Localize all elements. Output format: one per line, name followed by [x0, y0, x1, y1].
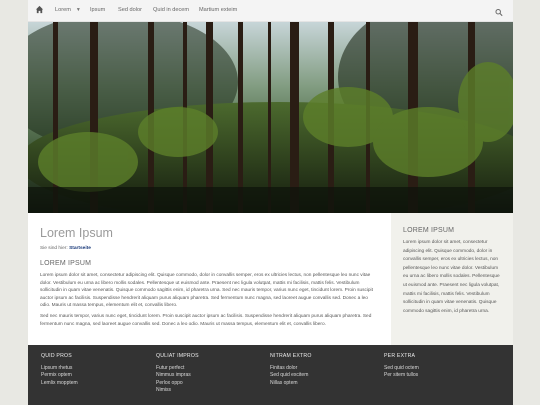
footer: QUID PROS Lipsum rhetus Permix optem Lem… — [28, 345, 513, 405]
page-wrapper: Lorem ▼ Ipsum Sed dolor Quid in decem Mar… — [28, 0, 513, 405]
body-paragraph-2: Sed nec mauris tempor, varius nunc eget,… — [40, 313, 372, 327]
footer-link[interactable]: Lemlix mopptem — [41, 380, 78, 387]
nav-item-lorem[interactable]: Lorem ▼ — [55, 7, 81, 13]
footer-link[interactable]: Nimiss — [156, 387, 199, 394]
hero-forest-image — [28, 22, 513, 213]
page-title: Lorem Ipsum — [40, 226, 113, 240]
footer-column-title: QUID PROS — [41, 353, 72, 359]
footer-link[interactable]: Permix optem — [41, 372, 78, 379]
footer-column-title: NITRAM EXTRO — [270, 353, 312, 359]
footer-link[interactable]: Sed quid octem — [384, 365, 419, 372]
footer-link[interactable]: Perlox oppo — [156, 380, 199, 387]
footer-link[interactable]: Finitas dolor — [270, 365, 312, 372]
sidebar-text: Lorem ipsum dolor sit amet, consectetur … — [403, 240, 500, 314]
footer-link[interactable]: Lipsum rhetus — [41, 365, 78, 372]
footer-column-title: PER EXTRA — [384, 353, 416, 359]
footer-link[interactable]: Nillas optem — [270, 380, 312, 387]
footer-link[interactable]: Nimmus impras — [156, 372, 199, 379]
breadcrumb-prefix: Sie sind hier: — [40, 246, 68, 251]
footer-column-per-extra: PER EXTRA Sed quid octem Per sitem tullo… — [384, 353, 419, 380]
footer-link[interactable]: Sed quid excitem — [270, 372, 312, 379]
footer-column-title: QULIAT IMPROS — [156, 353, 199, 359]
sidebar-heading: LOREM IPSUM — [403, 227, 455, 234]
footer-column-nitram-extro: NITRAM EXTRO Finitas dolor Sed quid exci… — [270, 353, 312, 387]
nav-item-ipsum[interactable]: Ipsum — [90, 7, 105, 13]
section-heading: LOREM IPSUM — [40, 260, 92, 267]
body-paragraph-1: Lorem ipsum dolor sit amet, consectetur … — [40, 273, 373, 309]
breadcrumb: Sie sind hier: Startseite — [40, 246, 376, 251]
home-icon[interactable] — [35, 5, 45, 15]
nav-item-quid-in-decem[interactable]: Quid in decem — [153, 7, 189, 13]
sidebar: LOREM IPSUM Lorem ipsum dolor sit amet, … — [391, 213, 513, 345]
top-nav: Lorem ▼ Ipsum Sed dolor Quid in decem Mar… — [28, 0, 513, 22]
chevron-down-icon: ▼ — [75, 7, 81, 13]
nav-item-martium-exteim[interactable]: Martium exteim — [199, 7, 237, 13]
footer-column-quid-pros: QUID PROS Lipsum rhetus Permix optem Lem… — [41, 353, 78, 387]
search-icon[interactable] — [495, 4, 505, 17]
main-content: Lorem Ipsum Sie sind hier: Startseite LO… — [28, 213, 388, 345]
nav-item-sed-dolor[interactable]: Sed dolor — [118, 7, 142, 13]
breadcrumb-link-startseite[interactable]: Startseite — [69, 246, 91, 251]
footer-column-quliat-impros: QULIAT IMPROS Futur perfect Nimmus impra… — [156, 353, 199, 395]
footer-link[interactable]: Futur perfect — [156, 365, 199, 372]
footer-link[interactable]: Per sitem tullos — [384, 372, 419, 379]
